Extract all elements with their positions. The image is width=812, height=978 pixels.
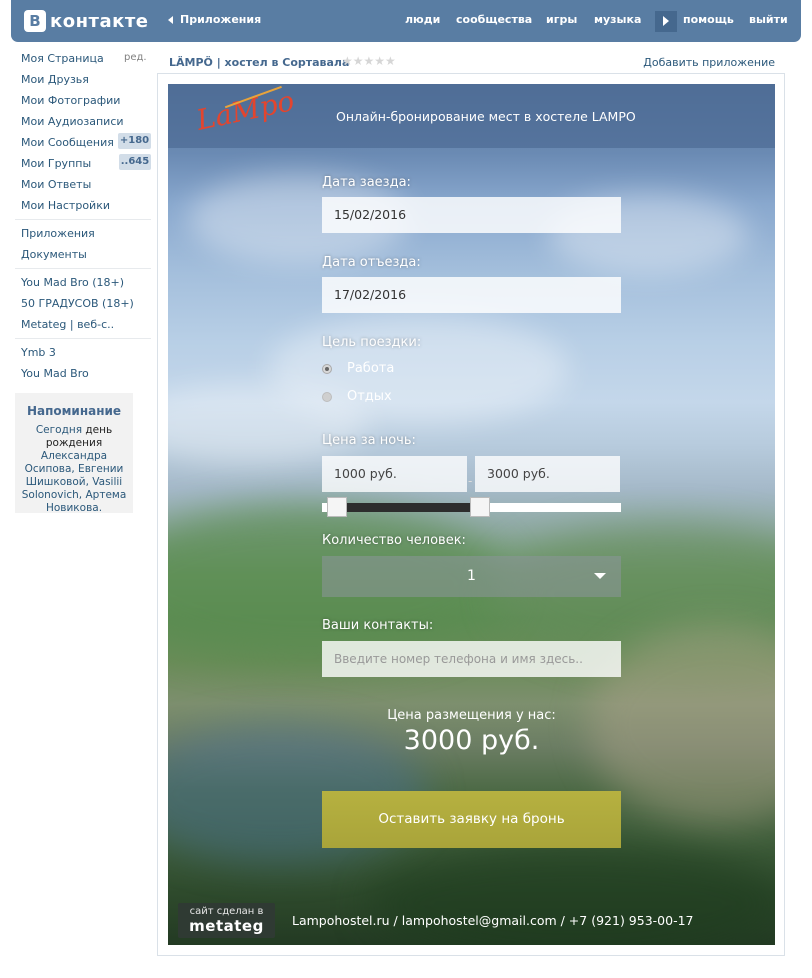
price-range-slider-fill [336, 503, 481, 512]
sidebar-item-my-page[interactable]: Моя Страница [21, 52, 104, 68]
metateg-badge[interactable]: сайт сделан в metateg [178, 903, 275, 938]
add-application-link[interactable]: Добавить приложение [643, 56, 775, 69]
app-rating-stars[interactable]: ★★★★★ [342, 54, 396, 68]
back-arrow-icon [168, 15, 173, 24]
checkout-date-input[interactable]: 17/02/2016 [322, 277, 621, 313]
purpose-option-work: Работа [347, 361, 395, 376]
footer-contacts: Lampohostel.ru / lampohostel@gmail.com /… [292, 913, 694, 928]
sidebar-item-app-50-gradusov[interactable]: 50 ГРАДУСОВ (18+) [21, 297, 134, 313]
sidebar-item-audio[interactable]: Мои Аудиозаписи [21, 115, 124, 131]
sidebar-item-messages[interactable]: Мои Сообщения [21, 136, 114, 152]
checkin-date-input[interactable]: 15/02/2016 [322, 197, 621, 233]
guests-count-value: 1 [467, 568, 476, 584]
music-play-button[interactable] [655, 11, 677, 32]
booking-app: LaMpo Онлайн-бронирование мест в хостеле… [168, 84, 775, 945]
vk-logo-text: контакте [50, 10, 149, 32]
groups-count-badge[interactable]: ..645 [119, 154, 151, 170]
metateg-badge-name: metateg [189, 917, 264, 935]
sidebar-item-friends[interactable]: Мои Друзья [21, 73, 89, 89]
sidebar-item-settings[interactable]: Мои Настройки [21, 199, 110, 215]
sidebar-divider [15, 268, 151, 269]
nav-logout[interactable]: выйти [749, 13, 788, 26]
guests-label: Количество человек: [322, 533, 466, 548]
sidebar-divider [15, 219, 151, 220]
nav-games[interactable]: игры [546, 13, 577, 26]
sidebar-item-photos[interactable]: Мои Фотографии [21, 94, 120, 110]
reminder-today: Сегодня [35, 424, 83, 436]
price-per-night-label: Цена за ночь: [322, 433, 416, 448]
app-header: LÄMPÖ | хостел в Сортавала ★★★★★ Добавит… [157, 44, 785, 74]
vk-logo[interactable]: В контакте [24, 10, 148, 32]
sidebar-item-groups[interactable]: Мои Группы [21, 157, 91, 173]
lampo-logo-text: LaMpo [193, 84, 298, 137]
reminder-text: Сегодня день рождения Александра Осипова… [15, 424, 133, 515]
sidebar-divider [15, 338, 151, 339]
purpose-radio-leisure[interactable]: Отдых [322, 389, 392, 404]
messages-count-badge[interactable]: +180 [118, 133, 151, 149]
sidebar-item-app-metateg[interactable]: Metateg | веб-с.. [21, 318, 114, 334]
purpose-radio-work[interactable]: Работа [322, 361, 394, 376]
lampo-logo: LaMpo [194, 84, 297, 137]
checkin-label: Дата заезда: [322, 175, 411, 190]
price-range-separator: - [468, 474, 473, 488]
back-to-applications-label: Приложения [180, 13, 262, 26]
radio-unselected-icon[interactable] [322, 391, 332, 402]
price-slider-max-handle[interactable] [470, 497, 491, 517]
submit-booking-button[interactable]: Оставить заявку на бронь [322, 791, 621, 848]
radio-selected-icon[interactable] [322, 363, 332, 374]
purpose-option-leisure: Отдых [347, 389, 392, 404]
sidebar-item-app-ymb3[interactable]: Ymb 3 [21, 346, 56, 362]
nav-music[interactable]: музыка [594, 13, 641, 26]
price-min-input[interactable]: 1000 руб. [322, 456, 467, 492]
purpose-label: Цель поездки: [322, 335, 422, 350]
sidebar-item-documents[interactable]: Документы [21, 248, 87, 264]
price-max-input[interactable]: 3000 руб. [475, 456, 620, 492]
nav-communities[interactable]: сообщества [456, 13, 532, 26]
total-price-caption: Цена размещения у нас: [387, 708, 556, 723]
reminder-names[interactable]: Александра Осипова, Евгении Шишковой, Va… [22, 450, 127, 514]
checkout-label: Дата отъезда: [322, 255, 421, 270]
app-title[interactable]: LÄMPÖ | хостел в Сортавала [169, 56, 349, 69]
reminder-title: Напоминание [26, 404, 122, 418]
price-slider-min-handle[interactable] [326, 497, 347, 517]
background-forest [368, 844, 775, 945]
sidebar-item-app-you-mad-bro-18[interactable]: You Mad Bro (18+) [21, 276, 124, 292]
birthday-reminder: Напоминание Сегодня день рождения Алекса… [15, 393, 133, 515]
sidebar-item-answers[interactable]: Мои Ответы [21, 178, 91, 194]
nav-people[interactable]: люди [405, 13, 440, 26]
contacts-input[interactable]: Введите номер телефона и имя здесь.. [322, 641, 621, 677]
guests-count-select[interactable]: 1 [322, 556, 621, 597]
top-navigation-bar: В контакте Приложения люди сообщества иг… [11, 0, 801, 42]
contacts-label: Ваши контакты: [322, 618, 434, 633]
booking-headline: Онлайн-бронирование мест в хостеле LAMPO [336, 109, 636, 124]
vk-logo-icon: В [24, 10, 46, 32]
sidebar-edit-link[interactable]: ред. [124, 52, 147, 63]
total-price-value: 3000 руб. [403, 725, 540, 756]
sidebar-item-app-you-mad-bro[interactable]: You Mad Bro [21, 367, 89, 383]
chevron-down-icon [594, 573, 606, 579]
booking-header: LaMpo Онлайн-бронирование мест в хостеле… [168, 84, 775, 148]
play-icon [663, 16, 669, 26]
sidebar-item-applications[interactable]: Приложения [21, 227, 95, 243]
metateg-badge-caption: сайт сделан в [189, 906, 264, 917]
back-to-applications-link[interactable]: Приложения [168, 13, 261, 26]
nav-help[interactable]: помощь [683, 13, 734, 26]
